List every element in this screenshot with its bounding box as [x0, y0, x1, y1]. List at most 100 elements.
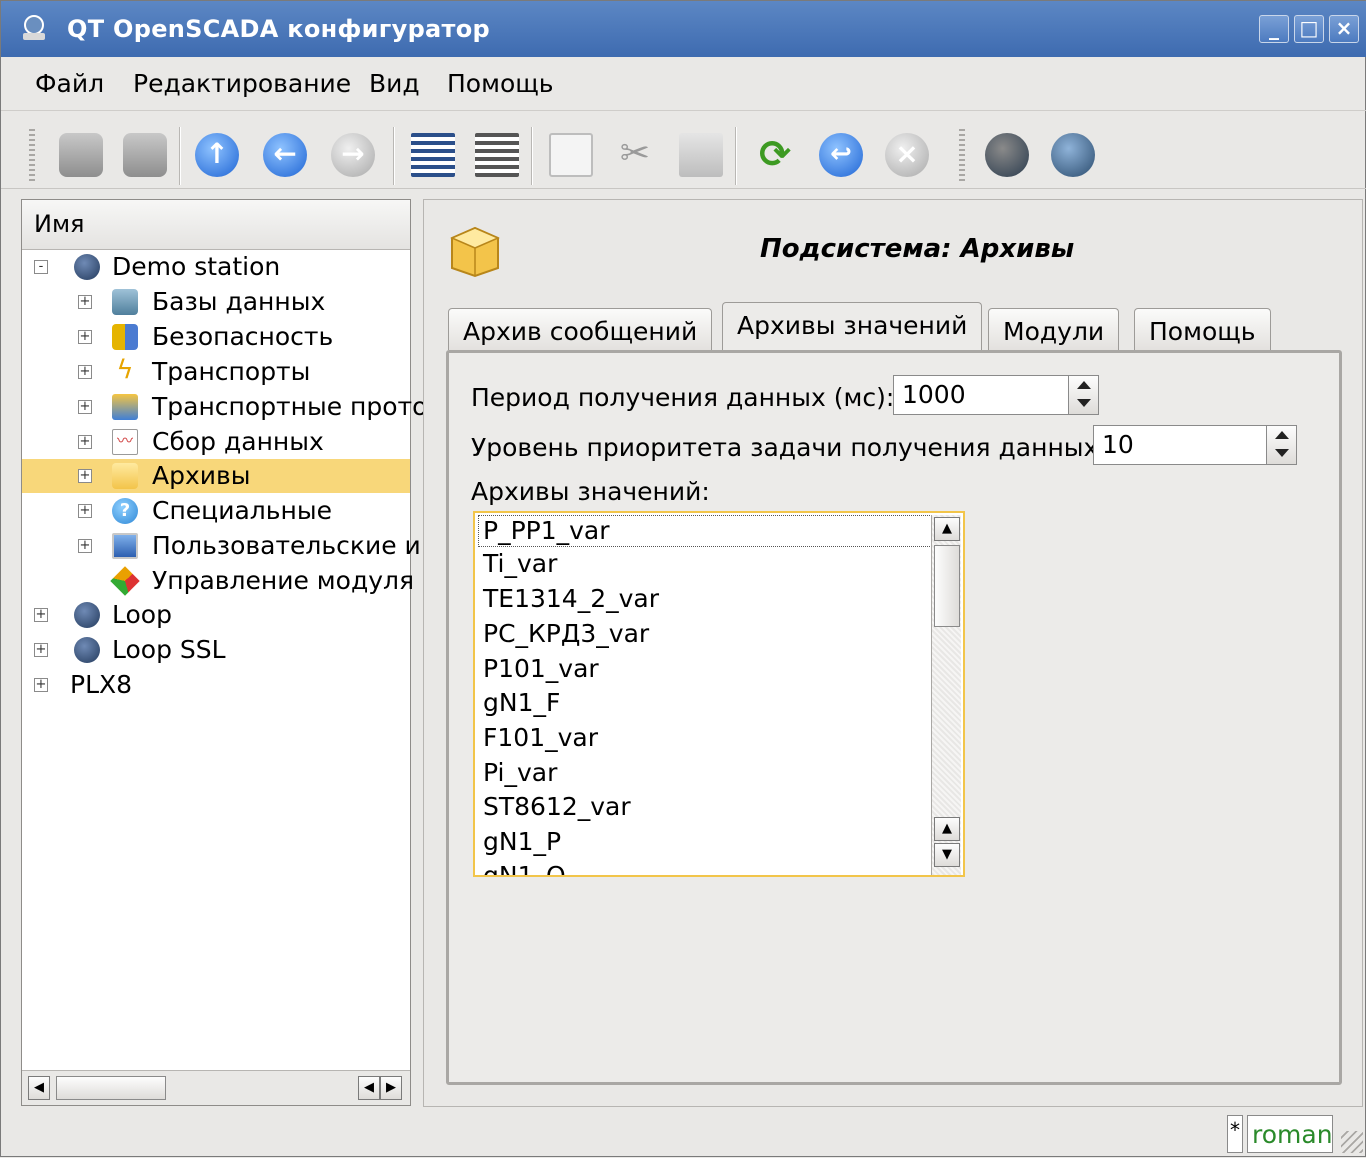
folder-icon: [112, 394, 138, 420]
tree-item-label: Транспорты: [152, 357, 311, 386]
list-item[interactable]: P101_var: [483, 654, 599, 683]
paste-icon[interactable]: [679, 133, 723, 177]
stop-icon[interactable]: ×: [885, 133, 929, 177]
user-label[interactable]: roman: [1247, 1115, 1333, 1153]
toolbar-grip[interactable]: [959, 129, 965, 181]
tab-message-archive[interactable]: Архив сообщений: [448, 308, 713, 350]
menu-view[interactable]: Вид: [369, 69, 420, 98]
list-item[interactable]: Ti_var: [483, 549, 557, 578]
scroll-left-icon[interactable]: ◀: [358, 1076, 380, 1100]
collapse-icon[interactable]: -: [34, 260, 48, 274]
priority-spinbox[interactable]: 10: [1093, 425, 1297, 465]
expand-icon[interactable]: +: [78, 330, 92, 344]
list-item[interactable]: gN1_P: [483, 827, 561, 856]
expand-icon[interactable]: +: [78, 295, 92, 309]
tree-item-user-interfaces[interactable]: + Пользовательские и: [22, 529, 421, 563]
scroll-right-icon[interactable]: ▶: [380, 1076, 402, 1100]
forward-icon[interactable]: →: [331, 133, 375, 177]
copy-icon[interactable]: [549, 133, 593, 177]
expand-icon[interactable]: +: [78, 504, 92, 518]
security-icon: [112, 324, 138, 350]
scroll-up-icon[interactable]: ▲: [934, 817, 960, 841]
tree-item-label: Архивы: [152, 461, 251, 490]
expand-icon[interactable]: +: [78, 365, 92, 379]
vertical-scrollbar[interactable]: ▲ ▲ ▼: [931, 515, 961, 875]
station-icon: [74, 254, 100, 280]
scroll-thumb[interactable]: [56, 1076, 166, 1100]
scroll-up-icon[interactable]: ▲: [934, 517, 960, 541]
db-save-icon[interactable]: [123, 133, 167, 177]
scroll-left-icon[interactable]: ◀: [28, 1076, 50, 1100]
spin-buttons[interactable]: [1266, 426, 1296, 464]
tab-help[interactable]: Помощь: [1134, 308, 1271, 350]
list-item[interactable]: gN1_F: [483, 688, 560, 717]
tree-item-archives[interactable]: + Архивы: [22, 459, 410, 493]
transport-icon: ϟ: [116, 355, 134, 385]
list-item[interactable]: Pi_var: [483, 758, 557, 787]
delete-item-icon[interactable]: [475, 133, 519, 177]
expand-icon[interactable]: +: [34, 678, 48, 692]
add-item-icon[interactable]: [411, 133, 455, 177]
tree-item-module-control[interactable]: Управление модуля: [22, 564, 414, 598]
tree-item-label: Безопасность: [152, 322, 334, 351]
menu-edit[interactable]: Редактирование: [133, 69, 351, 98]
tree-item-loop[interactable]: + Loop: [22, 598, 410, 632]
period-spinbox[interactable]: 1000: [893, 375, 1099, 415]
maximize-icon[interactable]: □: [1294, 15, 1324, 43]
tree-item-databases[interactable]: + Базы данных: [22, 285, 410, 319]
tree-item-demo-station[interactable]: - Demo station: [22, 250, 410, 284]
spin-down-icon[interactable]: [1275, 449, 1289, 457]
list-item[interactable]: gN1_Q: [483, 861, 566, 875]
tree-item-plx8[interactable]: + PLX8: [22, 668, 410, 702]
list-item[interactable]: TE1314_2_var: [483, 584, 659, 613]
tab-value-archives[interactable]: Архивы значений: [722, 302, 983, 350]
tree-item-transports[interactable]: + ϟ Транспорты: [22, 355, 410, 389]
start-icon[interactable]: ↩: [819, 133, 863, 177]
refresh-icon[interactable]: ⟳: [753, 133, 797, 177]
menu-bar: Файл Редактирование Вид Помощь: [1, 59, 1366, 111]
list-item[interactable]: PC_КРД3_var: [483, 619, 649, 648]
spin-down-icon[interactable]: [1077, 399, 1091, 407]
db-load-icon[interactable]: [59, 133, 103, 177]
config-station-icon[interactable]: [1051, 133, 1095, 177]
expand-icon[interactable]: +: [78, 539, 92, 553]
close-icon[interactable]: ×: [1329, 15, 1359, 43]
spin-up-icon[interactable]: [1275, 431, 1289, 439]
up-icon[interactable]: ↑: [195, 133, 239, 177]
station-icon: [74, 602, 100, 628]
tree-item-label: Loop SSL: [112, 635, 226, 664]
tree-item-security[interactable]: + Безопасность: [22, 320, 410, 354]
tree-item-specials[interactable]: + ? Специальные: [22, 494, 410, 528]
tree-item-transport-protocols[interactable]: + Транспортные прото: [22, 390, 427, 424]
horizontal-scrollbar[interactable]: ◀ ◀ ▶: [22, 1070, 410, 1105]
cut-icon[interactable]: ✂: [613, 133, 657, 177]
scroll-thumb[interactable]: [934, 545, 960, 627]
page-title: Подсистема: Архивы: [760, 234, 1075, 264]
tree-header[interactable]: Имя: [22, 200, 410, 250]
back-icon[interactable]: ←: [263, 133, 307, 177]
scroll-down-icon[interactable]: ▼: [934, 843, 960, 867]
menu-file[interactable]: Файл: [35, 69, 104, 98]
toolbar-grip[interactable]: [29, 129, 35, 181]
minimize-icon[interactable]: _: [1259, 15, 1289, 43]
list-item[interactable]: F101_var: [483, 723, 598, 752]
tree-item-data-acquisition[interactable]: + 〰 Сбор данных: [22, 425, 410, 459]
title-bar[interactable]: QT OpenSCADA конфигуратор _ □ ×: [1, 1, 1366, 57]
list-item[interactable]: ST8612_var: [483, 792, 631, 821]
spin-buttons[interactable]: [1068, 376, 1098, 414]
load-station-icon[interactable]: [985, 133, 1029, 177]
tree-item-loop-ssl[interactable]: + Loop SSL: [22, 633, 410, 667]
tab-modules[interactable]: Модули: [988, 308, 1120, 350]
archives-list[interactable]: P_PP1_var Ti_var TE1314_2_var PC_КРД3_va…: [473, 511, 965, 877]
resize-grip[interactable]: [1341, 1131, 1363, 1153]
expand-icon[interactable]: +: [34, 608, 48, 622]
main-panel: Подсистема: Архивы Архив сообщений Архив…: [423, 199, 1363, 1107]
list-item[interactable]: P_PP1_var: [478, 515, 934, 547]
expand-icon[interactable]: +: [78, 469, 92, 483]
expand-icon[interactable]: +: [34, 643, 48, 657]
priority-label: Уровень приоритета задачи получения данн…: [471, 433, 1107, 462]
expand-icon[interactable]: +: [78, 400, 92, 414]
menu-help[interactable]: Помощь: [447, 69, 554, 98]
spin-up-icon[interactable]: [1077, 381, 1091, 389]
expand-icon[interactable]: +: [78, 435, 92, 449]
